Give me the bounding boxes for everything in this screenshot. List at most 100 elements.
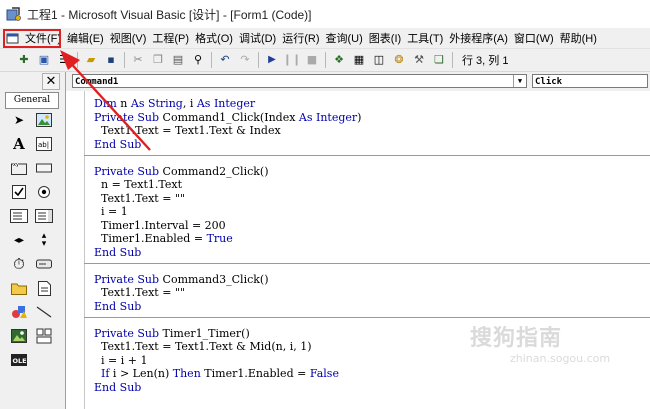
checkbox-tool-icon[interactable] (8, 182, 30, 202)
code-line[interactable]: i = 1 (94, 205, 361, 219)
code-line[interactable]: Private Sub Command1_Click(Index As Inte… (94, 111, 361, 125)
pointer-tool-icon[interactable]: ➤ (8, 110, 30, 130)
command-button-tool-icon[interactable] (33, 158, 55, 178)
svg-text:OLE: OLE (13, 357, 27, 365)
toolbox-icon[interactable]: ⚒ (411, 52, 427, 68)
data-view-icon[interactable]: ❏ (431, 52, 447, 68)
properties-window-icon[interactable]: ▦ (351, 52, 367, 68)
toolbar-separator (325, 52, 326, 68)
editor-margin (66, 91, 85, 409)
standard-toolbar: ✚ ▣ ☰ ▰ ▪ ✂ ❐ ▤ ⚲ ↶ ↷ ▶ ❙❙ ■ ❖ ▦ ◫ ❂ ⚒ ❏… (0, 49, 650, 72)
object-combobox[interactable]: Command1 ▼ (72, 74, 527, 88)
undo-icon[interactable]: ↶ (217, 52, 233, 68)
chevron-down-icon[interactable]: ▼ (513, 75, 526, 87)
toolbox-tab-general[interactable]: General (5, 92, 59, 109)
code-line[interactable]: Timer1.Enabled = True (94, 232, 361, 246)
form-layout-icon[interactable]: ◫ (371, 52, 387, 68)
menu-item-8[interactable]: 图表(I) (366, 30, 404, 46)
menu-item-10[interactable]: 外接程序(A) (446, 30, 511, 46)
run-pause-icon[interactable]: ❙❙ (283, 52, 301, 68)
code-line[interactable]: Dim n As String, i As Integer (94, 97, 361, 111)
label-tool-icon[interactable]: A (8, 134, 30, 154)
image-tool-icon[interactable] (8, 326, 30, 346)
cut-icon[interactable]: ✂ (130, 52, 146, 68)
code-line[interactable]: If i > Len(n) Then Timer1.Enabled = Fals… (94, 367, 361, 381)
code-line[interactable]: End Sub (94, 138, 361, 152)
paste-icon[interactable]: ▤ (170, 52, 186, 68)
menu-item-9[interactable]: 工具(T) (404, 30, 446, 46)
code-line[interactable]: End Sub (94, 381, 361, 395)
code-line[interactable]: n = Text1.Text (94, 178, 361, 192)
code-text[interactable]: Dim n As String, i As Integer Private Sub… (94, 97, 361, 394)
code-line[interactable]: End Sub (94, 246, 361, 260)
redo-icon[interactable]: ↷ (237, 52, 253, 68)
toolbar-separator (452, 52, 453, 68)
menu-item-11[interactable]: 窗口(W) (511, 30, 557, 46)
vscrollbar-tool-icon[interactable]: ▴ ▾ (33, 230, 55, 250)
filelistbox-tool-icon[interactable] (33, 278, 55, 298)
shape-tool-icon[interactable] (8, 302, 30, 322)
run-stop-icon[interactable]: ■ (304, 52, 320, 68)
title-bar: 工程1 - Microsoft Visual Basic [设计] - [For… (0, 0, 650, 28)
procedure-combobox-value: Click (535, 77, 563, 87)
listbox-tool-icon[interactable] (33, 206, 55, 226)
textbox-tool-icon[interactable]: ab| (33, 134, 55, 154)
toolbar-separator (258, 52, 259, 68)
menu-item-12[interactable]: 帮助(H) (557, 30, 600, 46)
menu-item-1[interactable]: 编辑(E) (64, 30, 107, 46)
watermark-url: zhinan.sogou.com (510, 352, 611, 365)
object-combobox-value: Command1 (75, 77, 119, 87)
editor-combo-row: Command1 ▼ Click (66, 72, 650, 91)
drivelistbox-tool-icon[interactable] (33, 254, 55, 274)
code-line[interactable]: Private Sub Command2_Click() (94, 165, 361, 179)
menu-item-4[interactable]: 格式(O) (192, 30, 236, 46)
save-project-icon[interactable]: ▪ (103, 52, 119, 68)
menu-editor-icon[interactable]: ☰ (56, 52, 72, 68)
code-line[interactable]: Text1.Text = "" (94, 192, 361, 206)
toolbar-separator (77, 52, 78, 68)
find-icon[interactable]: ⚲ (190, 52, 206, 68)
procedure-combobox[interactable]: Click (532, 74, 648, 88)
menu-item-6[interactable]: 运行(R) (279, 30, 322, 46)
frame-tool-icon[interactable]: xy (8, 158, 30, 178)
menu-item-5[interactable]: 调试(D) (236, 30, 279, 46)
toolbox-panel: ✕ General ➤ A ab| xy ◂▸ ▴ ▾ ⏱ OLE (0, 72, 66, 409)
watermark-title: 搜狗指南 (470, 326, 563, 351)
dirlistbox-tool-icon[interactable] (8, 278, 30, 298)
close-icon[interactable]: ✕ (42, 73, 60, 90)
code-line[interactable]: Timer1.Interval = 200 (94, 219, 361, 233)
code-line[interactable]: Private Sub Command3_Click() (94, 273, 361, 287)
code-line[interactable]: Text1.Text = "" (94, 286, 361, 300)
menu-item-3[interactable]: 工程(P) (149, 30, 192, 46)
vb-app-icon (6, 7, 21, 21)
picturebox-tool-icon[interactable] (33, 110, 55, 130)
line-tool-icon[interactable] (33, 302, 55, 322)
combobox-tool-icon[interactable] (8, 206, 30, 226)
copy-icon[interactable]: ❐ (150, 52, 166, 68)
window-title: 工程1 - Microsoft Visual Basic [设计] - [For… (27, 7, 312, 22)
procedure-separator (84, 263, 650, 264)
menu-bar: 文件(F) 编辑(E) 视图(V) 工程(P) 格式(O) 调试(D) 运行(R) 查询(U)… (0, 28, 650, 49)
code-line[interactable]: Text1.Text = Text1.Text & Mid(n, i, 1) (94, 340, 361, 354)
ole-tool-icon[interactable]: OLE (8, 350, 30, 370)
code-line[interactable]: Text1.Text = Text1.Text & Index (94, 124, 361, 138)
hscrollbar-tool-icon[interactable]: ◂▸ (8, 230, 30, 250)
code-line[interactable]: i = i + 1 (94, 354, 361, 368)
option-button-tool-icon[interactable] (33, 182, 55, 202)
procedure-separator (84, 317, 650, 318)
code-line[interactable]: Private Sub Timer1_Timer() (94, 327, 361, 341)
code-line[interactable]: End Sub (94, 300, 361, 314)
add-project-icon[interactable]: ✚ (16, 52, 32, 68)
open-project-icon[interactable]: ▰ (83, 52, 99, 68)
timer-tool-icon[interactable]: ⏱ (8, 254, 30, 274)
run-start-icon[interactable]: ▶ (264, 52, 280, 68)
cursor-position: 行 3, 列 1 (462, 55, 509, 67)
data-tool-icon[interactable] (33, 326, 55, 346)
object-browser-icon[interactable]: ❂ (391, 52, 407, 68)
project-explorer-icon[interactable]: ❖ (331, 52, 347, 68)
menu-item-7[interactable]: 查询(U) (323, 30, 366, 46)
add-form-icon[interactable]: ▣ (36, 52, 52, 68)
menu-item-2[interactable]: 视图(V) (107, 30, 150, 46)
